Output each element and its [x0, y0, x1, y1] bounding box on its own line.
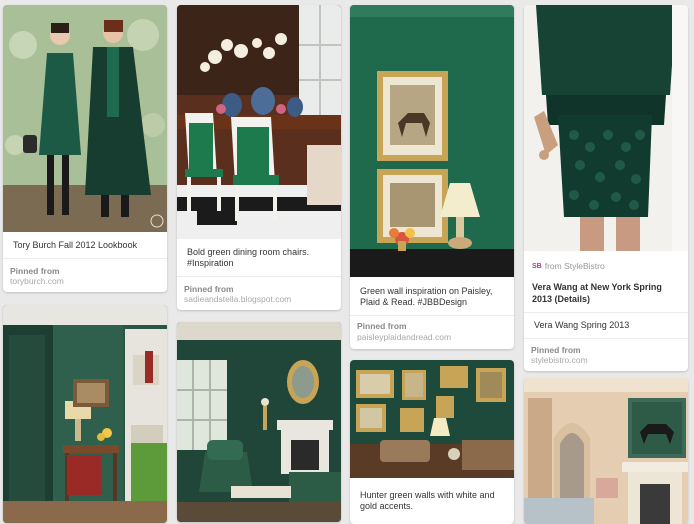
pinned-from-label: Pinned from — [184, 284, 234, 294]
pin-card[interactable] — [177, 322, 341, 522]
pin-source-link[interactable]: toryburch.com — [10, 276, 64, 286]
divider — [524, 338, 688, 339]
pin-description: Bold green dining room chairs. #Inspirat… — [187, 247, 310, 268]
divider — [524, 312, 688, 313]
pin-description: Hunter green walls with white and gold a… — [360, 490, 495, 511]
pin-title[interactable]: Vera Wang at New York Spring 2013 (Detai… — [532, 281, 680, 305]
pin-source-link[interactable]: paisleyplaidandread.com — [357, 332, 451, 342]
pin-image[interactable] — [3, 305, 167, 523]
pin-image[interactable] — [177, 322, 341, 522]
pin-card[interactable] — [524, 378, 688, 524]
pin-image[interactable] — [350, 5, 514, 277]
pin-card[interactable]: Hunter green walls with white and gold a… — [350, 360, 514, 524]
pin-card[interactable]: SB from StyleBistro Vera Wang at New Yor… — [524, 5, 688, 371]
pin-card[interactable]: Bold green dining room chairs. #Inspirat… — [177, 5, 341, 310]
pin-description: Green wall inspiration on Paisley, Plaid… — [360, 286, 493, 307]
pin-image[interactable] — [3, 5, 167, 232]
pin-source-link[interactable]: sadieandstella.blogspot.com — [184, 294, 291, 304]
pin-card[interactable] — [3, 305, 167, 523]
pin-description: Tory Burch Fall 2012 Lookbook — [13, 240, 138, 250]
stylebistro-logo-icon: SB — [532, 262, 542, 270]
pinned-from-label: Pinned from — [531, 345, 581, 355]
pin-card[interactable]: Green wall inspiration on Paisley, Plaid… — [350, 5, 514, 349]
pin-source-link[interactable]: stylebistro.com — [531, 355, 588, 365]
pin-image[interactable] — [524, 378, 688, 524]
divider — [350, 315, 514, 316]
pin-image[interactable] — [350, 360, 514, 478]
pin-attribution-text: from StyleBistro — [544, 261, 605, 271]
pin-description: Vera Wang Spring 2013 — [534, 320, 630, 330]
divider — [177, 276, 341, 277]
pin-card[interactable]: Tory Burch Fall 2012 Lookbook Pinned fro… — [3, 5, 167, 292]
pin-image[interactable] — [177, 5, 341, 239]
pin-image[interactable] — [524, 5, 688, 251]
pin-attribution[interactable]: SB from StyleBistro — [532, 261, 605, 271]
divider — [3, 258, 167, 259]
pinned-from-label: Pinned from — [10, 266, 60, 276]
pinned-from-label: Pinned from — [357, 321, 407, 331]
